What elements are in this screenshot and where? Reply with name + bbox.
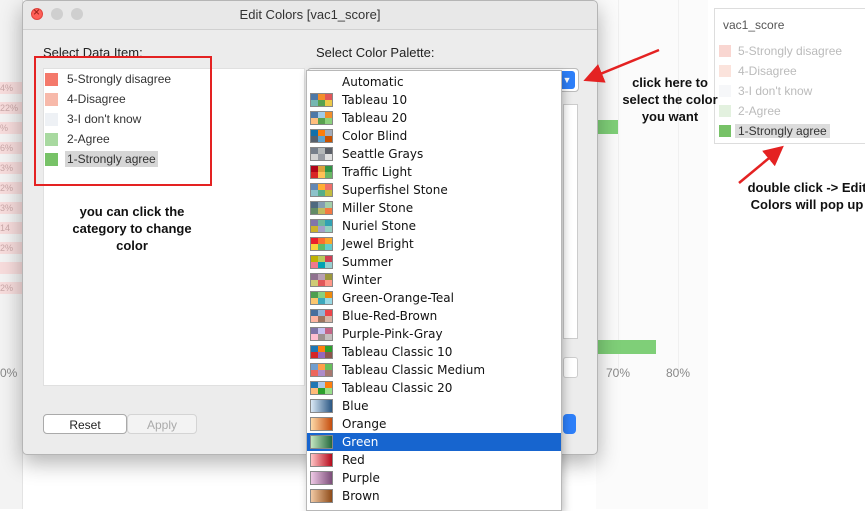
arrow-icon [583, 48, 660, 83]
annotation-arrows [583, 48, 784, 184]
arrow-icon [738, 145, 784, 184]
